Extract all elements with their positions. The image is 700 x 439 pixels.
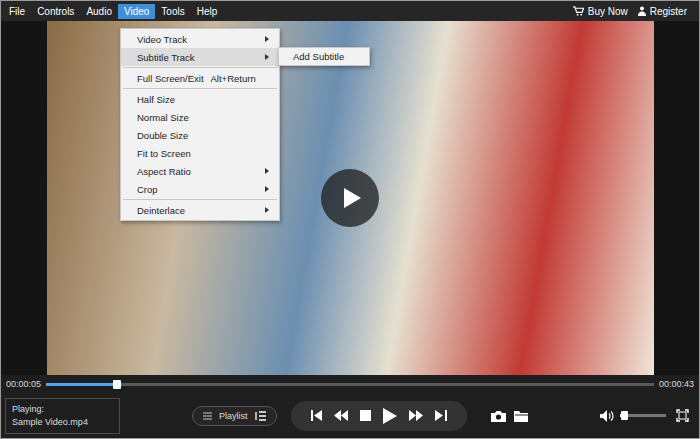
person-icon bbox=[638, 6, 646, 16]
subtitle-submenu: Add Subtitle bbox=[278, 47, 370, 66]
menu-separator bbox=[123, 67, 277, 68]
total-time: 00:00:43 bbox=[659, 379, 694, 389]
elapsed-time: 00:00:05 bbox=[6, 379, 41, 389]
menu-entry[interactable]: Half Size bbox=[121, 90, 279, 108]
progress-row: 00:00:05 00:00:43 bbox=[1, 375, 699, 393]
menu-entry[interactable]: Double Size bbox=[121, 126, 279, 144]
rewind-icon[interactable] bbox=[334, 410, 348, 421]
menu-entry[interactable]: Subtitle Track bbox=[121, 48, 279, 66]
transport-controls bbox=[291, 401, 467, 431]
submenu-arrow-icon bbox=[265, 186, 269, 192]
video-player-window: FileControlsAudioVideoToolsHelp Buy Now … bbox=[0, 0, 700, 439]
cart-icon bbox=[573, 6, 584, 16]
menu-item[interactable]: File bbox=[3, 4, 31, 19]
menu-entry[interactable]: Crop bbox=[121, 180, 279, 198]
camera-icon[interactable] bbox=[491, 410, 506, 422]
play-icon bbox=[341, 186, 363, 210]
seek-bar[interactable] bbox=[46, 383, 654, 386]
menu-separator bbox=[123, 199, 277, 200]
list-icon bbox=[203, 412, 212, 420]
submenu-entry[interactable]: Add Subtitle bbox=[279, 48, 369, 65]
submenu-arrow-icon bbox=[265, 168, 269, 174]
next-icon[interactable] bbox=[435, 410, 447, 421]
fullscreen-icon[interactable] bbox=[676, 409, 689, 422]
register-link[interactable]: Register bbox=[638, 6, 687, 17]
menu-entry[interactable]: Aspect Ratio bbox=[121, 162, 279, 180]
playlist-sort-icon bbox=[255, 411, 266, 421]
buy-now-link[interactable]: Buy Now bbox=[573, 6, 628, 17]
play-icon[interactable] bbox=[383, 408, 397, 424]
video-area bbox=[1, 21, 699, 375]
menu-separator bbox=[123, 88, 277, 89]
menu-entry[interactable]: Normal Size bbox=[121, 108, 279, 126]
tool-buttons bbox=[491, 410, 529, 422]
now-playing: Playing: Sample Video.mp4 bbox=[5, 398, 120, 434]
menu-entry[interactable]: Deinterlace bbox=[121, 201, 279, 219]
submenu-arrow-icon bbox=[265, 207, 269, 213]
menu-item[interactable]: Audio bbox=[80, 4, 118, 19]
folder-icon[interactable] bbox=[514, 410, 529, 422]
volume-icon[interactable] bbox=[600, 410, 614, 422]
submenu-arrow-icon bbox=[265, 36, 269, 42]
play-overlay-button[interactable] bbox=[321, 169, 379, 227]
menu-entry[interactable]: Video Track bbox=[121, 30, 279, 48]
menu-bar: FileControlsAudioVideoToolsHelp Buy Now … bbox=[1, 1, 699, 21]
menu-item[interactable]: Video bbox=[118, 4, 155, 19]
control-bar: Playing: Sample Video.mp4 Playlist bbox=[1, 393, 699, 438]
submenu-arrow-icon bbox=[265, 54, 269, 60]
menu-entry[interactable]: Full Screen/Exit Alt+Return bbox=[121, 69, 279, 87]
video-menu: Video Track Subtitle Track Full Screen/E… bbox=[120, 28, 280, 221]
playlist-button[interactable]: Playlist bbox=[192, 406, 277, 426]
menu-item[interactable]: Controls bbox=[31, 4, 80, 19]
menu-item[interactable]: Help bbox=[191, 4, 224, 19]
menu-item[interactable]: Tools bbox=[155, 4, 190, 19]
fast-forward-icon[interactable] bbox=[409, 410, 423, 421]
stop-icon[interactable] bbox=[360, 410, 371, 421]
volume-slider[interactable] bbox=[620, 414, 666, 417]
previous-icon[interactable] bbox=[311, 410, 323, 421]
menu-entry[interactable]: Fit to Screen bbox=[121, 144, 279, 162]
